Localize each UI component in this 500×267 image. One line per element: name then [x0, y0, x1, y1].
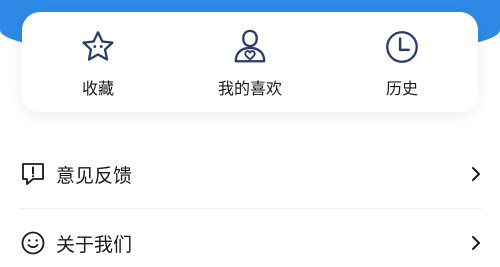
feedback-icon: [22, 163, 44, 185]
my-likes-label: 我的喜欢: [217, 79, 282, 98]
profile-screen: 收藏 我的喜欢 历史 意见反馈 关于我们: [0, 0, 500, 267]
quick-actions-card: 收藏 我的喜欢 历史: [22, 12, 478, 112]
smile-icon: [21, 231, 45, 255]
favorites-label: 收藏: [81, 79, 114, 98]
settings-list: 意见反馈 关于我们: [20, 140, 482, 267]
user-heart-icon: [234, 29, 266, 63]
menu-item-feedback[interactable]: 意见反馈: [20, 140, 482, 208]
menu-item-label: 关于我们: [56, 233, 133, 256]
clock-icon: [386, 31, 418, 63]
menu-item-about[interactable]: 关于我们: [20, 209, 482, 267]
history-label: 历史: [385, 79, 418, 98]
menu-item-label: 意见反馈: [56, 164, 133, 187]
chevron-right-icon: [472, 236, 480, 250]
star-icon: [82, 31, 114, 61]
chevron-right-icon: [472, 167, 480, 181]
my-likes-button[interactable]: 我的喜欢: [174, 12, 326, 112]
favorites-button[interactable]: 收藏: [22, 12, 174, 112]
history-button[interactable]: 历史: [326, 12, 478, 112]
